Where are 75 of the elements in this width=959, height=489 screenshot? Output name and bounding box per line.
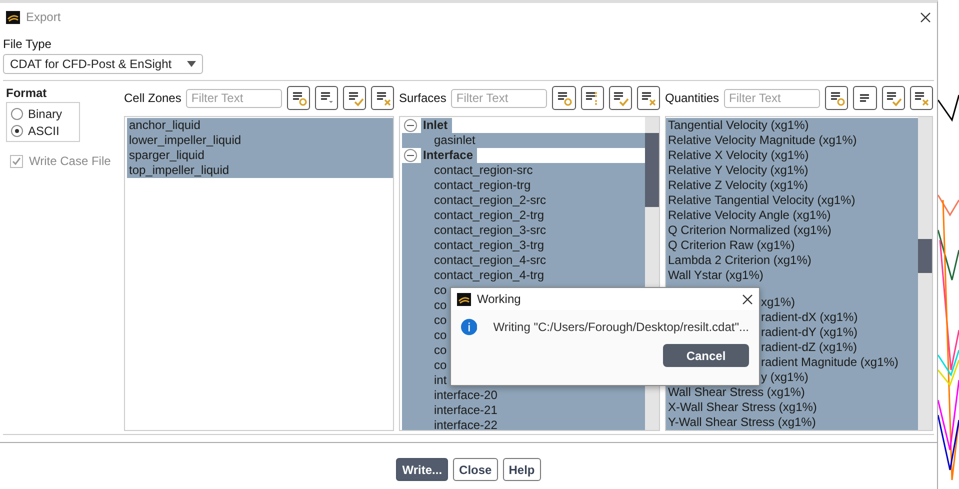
list-item[interactable]: Tangential Velocity (xg1%) (666, 118, 918, 133)
filter-field[interactable]: Filter Text (186, 88, 282, 108)
toolbar-button[interactable] (343, 86, 366, 110)
list-item[interactable]: lower_impeller_liquid (127, 133, 393, 148)
dialog-title: Working (477, 292, 522, 306)
panel-label: Surfaces (399, 91, 446, 105)
toolbar-button[interactable] (552, 86, 576, 110)
tree-item[interactable]: interface-20 (402, 388, 645, 403)
list-item[interactable]: Q Criterion Raw (xg1%) (666, 238, 918, 253)
toolbar-button[interactable] (287, 86, 310, 110)
scrollbar[interactable] (918, 117, 932, 430)
toolbar-button[interactable] (608, 86, 632, 110)
list-item[interactable]: Wall Ystar (xg1%) (666, 268, 918, 283)
cancel-button[interactable]: Cancel (663, 344, 749, 367)
filter-field[interactable]: Filter Text (451, 88, 548, 108)
dialog-button[interactable]: Write... (396, 458, 448, 481)
toolbar-button[interactable] (825, 86, 848, 110)
field-label: File Type (3, 37, 52, 51)
list-item[interactable]: Relative Z Velocity (xg1%) (666, 178, 918, 193)
tree-group[interactable]: Interface (421, 148, 478, 163)
close-icon[interactable] (920, 12, 931, 22)
list-item[interactable]: Relative Velocity Angle (xg1%) (666, 208, 918, 223)
app-logo-icon (6, 10, 20, 24)
list-item[interactable]: Y-Wall Shear Stress (xg1%) (666, 415, 918, 430)
tree-item[interactable]: interface-21 (402, 403, 645, 418)
close-icon[interactable] (742, 294, 753, 304)
lines-icon (859, 94, 870, 102)
tree-item[interactable]: contact_region_2-trg (402, 208, 645, 223)
toolbar-button[interactable] (580, 86, 604, 110)
toolbar-button[interactable] (636, 86, 660, 110)
collapse-icon[interactable] (404, 149, 417, 162)
window-title: Export (26, 10, 62, 24)
tree-group[interactable]: Inlet (421, 118, 452, 133)
list-item[interactable]: sparger_liquid (127, 148, 393, 163)
list-item[interactable]: Relative Y Velocity (xg1%) (666, 163, 918, 178)
dialog-button[interactable]: Close (453, 458, 498, 481)
toolbar-button[interactable] (853, 86, 876, 110)
tree-item[interactable]: contact_region_3-src (402, 223, 645, 238)
toolbar-button[interactable] (371, 86, 394, 110)
toolbar-button[interactable] (910, 86, 933, 110)
radio-button[interactable] (11, 108, 23, 120)
tree-item[interactable]: contact_region-src (402, 163, 645, 178)
tree-item[interactable]: contact_region_4-trg (402, 268, 645, 283)
toolbar-button[interactable] (882, 86, 905, 110)
list-item[interactable]: Lambda 2 Criterion (xg1%) (666, 253, 918, 268)
scrollbar-thumb[interactable] (645, 133, 659, 207)
list-item[interactable]: Wall Shear Stress (xg1%) (666, 385, 918, 400)
tree-item[interactable]: contact_region-trg (402, 178, 645, 193)
filter-field[interactable]: Filter Text (724, 88, 820, 108)
tree-item[interactable]: gasinlet (402, 133, 645, 148)
list-item[interactable]: Relative X Velocity (xg1%) (666, 148, 918, 163)
file-type-dropdown[interactable]: CDAT for CFD-Post & EnSight (3, 54, 203, 74)
checkbox-label: Write Case File (29, 154, 111, 168)
tree-item[interactable]: contact_region_3-trg (402, 238, 645, 253)
radio-button[interactable] (11, 124, 23, 136)
panel-label: Cell Zones (124, 91, 182, 105)
tree-item[interactable]: contact_region_4-src (402, 253, 645, 268)
panel-label: Quantities (665, 91, 720, 105)
scrollbar-thumb[interactable] (918, 239, 932, 273)
radio-label: Binary (28, 106, 62, 120)
list-item[interactable]: Relative Tangential Velocity (xg1%) (666, 193, 918, 208)
app-logo-icon (457, 292, 471, 306)
radio-label: ASCII (28, 124, 60, 138)
list-item[interactable]: top_impeller_liquid (127, 163, 393, 178)
list-item[interactable]: X-Wall Shear Stress (xg1%) (666, 400, 918, 415)
tree-item[interactable]: contact_region_2-src (402, 193, 645, 208)
collapse-icon[interactable] (404, 119, 417, 132)
caret-icon (187, 61, 196, 67)
list-item[interactable]: Relative Velocity Magnitude (xg1%) (666, 133, 918, 148)
dialog-button[interactable]: Help (502, 458, 541, 481)
list-item[interactable]: Q Criterion Normalized (xg1%) (666, 223, 918, 238)
tree-item[interactable]: interface-22 (402, 418, 645, 430)
toolbar-button[interactable] (315, 86, 338, 110)
group-title: Format (6, 86, 48, 100)
list-item[interactable]: anchor_liquid (127, 118, 393, 133)
